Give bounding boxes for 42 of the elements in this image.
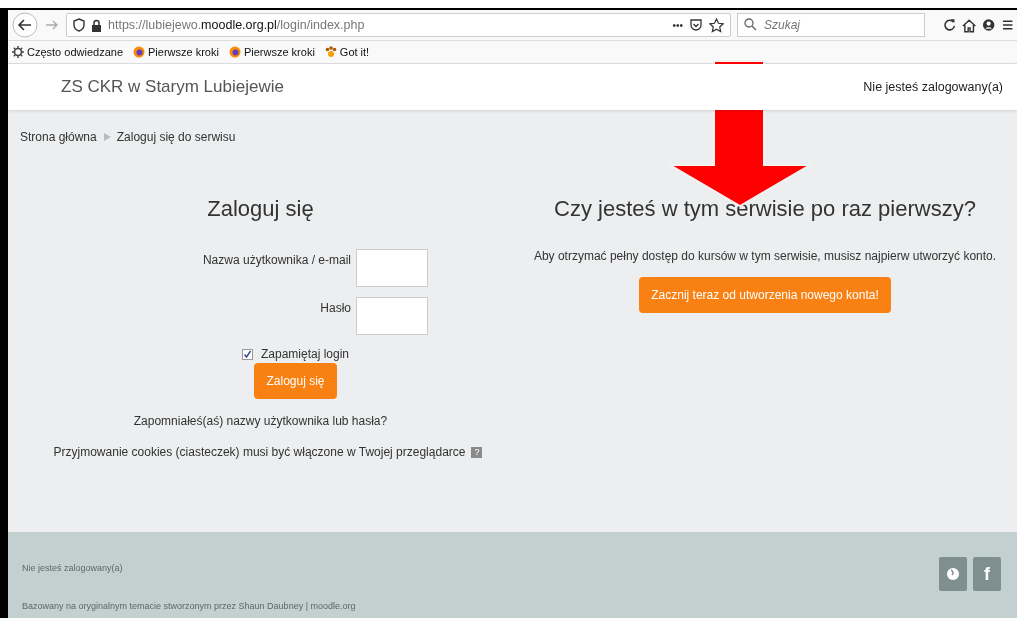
more-actions-button[interactable]: ••• <box>672 19 683 31</box>
footer-login-status: Nie jesteś zalogowany(a) <box>22 563 123 573</box>
star-icon[interactable] <box>709 17 724 33</box>
gear-icon <box>12 46 24 58</box>
globe-icon <box>228 46 241 58</box>
account-icon[interactable] <box>982 18 996 32</box>
checkbox-label: Zapamiętaj login <box>260 347 350 361</box>
breadcrumb-current: Zaloguj się do serwisu <box>116 130 236 144</box>
bookmark-item[interactable]: Pierwsze kroki <box>228 46 315 58</box>
signup-description: Aby otrzymać pełny dostęp do kursów w tym serwisie, musisz najpierw utworzyć konto. <box>533 249 997 263</box>
bookmark-item[interactable]: Pierwsze kroki <box>133 46 219 58</box>
globe-icon <box>946 567 960 581</box>
home-icon[interactable] <box>962 17 977 33</box>
bookmark-item[interactable]: Często odwiedzane <box>12 46 123 58</box>
signup-title: Czy jesteś w tym serwisie po raz pierwszy? <box>554 196 976 222</box>
login-status-text: Nie jesteś zalogowany(a) <box>863 80 1003 94</box>
address-bar[interactable]: https://lubiejewo.moodle.org.pl/login/index.php ••• <box>66 13 731 37</box>
field-label: Hasło <box>319 300 351 315</box>
forgot-password-link[interactable]: Zapomniałeś(aś) nazwy użytkownika lub hasła? <box>133 414 388 428</box>
password-field[interactable] <box>356 297 428 335</box>
search-icon <box>744 18 757 31</box>
breadcrumb-separator-icon <box>102 133 111 141</box>
breadcrumb-link[interactable]: Strona główna <box>20 130 97 144</box>
menu-icon[interactable] <box>1001 19 1013 31</box>
bookmark-item[interactable]: Got it! <box>324 46 370 58</box>
reload-icon[interactable] <box>942 18 956 32</box>
field-label: Nazwa użytkownika / e-mail <box>201 252 351 267</box>
url-text: https://lubiejewo.moodle.org.pl/login/index.php <box>108 18 365 32</box>
back-button[interactable] <box>12 12 38 38</box>
globe-button[interactable] <box>939 557 967 591</box>
username-field[interactable] <box>356 249 428 287</box>
globe-icon <box>133 46 145 58</box>
cookies-notice: Przyjmowanie cookies (ciasteczek) musi być włączone w Twojej przeglądarce <box>53 445 466 459</box>
paw-icon <box>324 46 337 58</box>
pocket-icon[interactable] <box>689 18 703 32</box>
shield-icon <box>73 18 85 32</box>
site-name-link[interactable]: ZS CKR w Starym Lubiejewie <box>61 77 284 97</box>
login-title: Zaloguj się <box>207 196 314 222</box>
footer-credits: Bazowany na oryginalnym temacie stworzonym przez Shaun Daubney | moodle.org <box>22 601 357 611</box>
lock-icon <box>91 18 102 32</box>
remember-checkbox[interactable] <box>241 348 253 360</box>
search-field[interactable]: Szukaj <box>737 13 925 37</box>
